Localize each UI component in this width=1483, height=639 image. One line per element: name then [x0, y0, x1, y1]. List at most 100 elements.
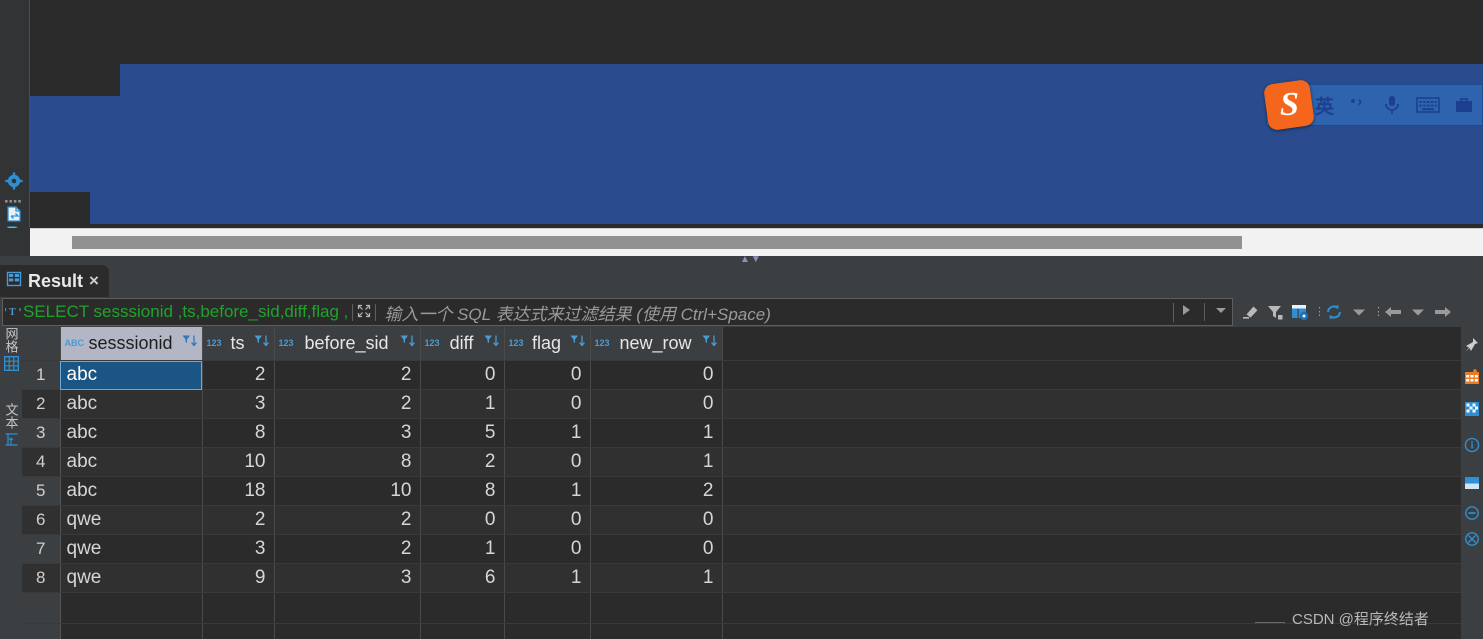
filter-settings-icon[interactable] [1264, 301, 1286, 323]
clear-filter-icon[interactable] [1239, 301, 1261, 323]
sogou-logo-icon[interactable]: S [1263, 79, 1315, 131]
calendar-grid-icon[interactable] [1464, 369, 1480, 385]
cell-ts[interactable]: 2 [202, 505, 275, 535]
cell-diff[interactable]: 0 [420, 360, 505, 390]
cell-sesssionid[interactable]: qwe [60, 534, 203, 564]
sort-toggle-icon[interactable] [254, 333, 270, 354]
cell-new_row[interactable]: 1 [590, 418, 723, 448]
table-row-empty[interactable] [22, 592, 1461, 624]
cell-ts[interactable]: 8 [202, 418, 275, 448]
sql-file-icon[interactable] [5, 205, 23, 223]
row-number[interactable]: 1 [22, 360, 61, 390]
row-number[interactable]: 4 [22, 447, 61, 477]
cell-sesssionid[interactable]: qwe [60, 563, 203, 593]
cell-new_row[interactable]: 2 [590, 476, 723, 506]
cell-diff[interactable]: 0 [420, 505, 505, 535]
column-header-flag[interactable]: 123 flag [504, 327, 591, 361]
table-row[interactable]: 3 abc 8 3 5 1 1 [22, 418, 1461, 448]
filter-history-dropdown-icon[interactable] [1203, 303, 1227, 321]
minus-circle-icon[interactable] [1464, 505, 1480, 521]
scrollbar-thumb[interactable] [72, 236, 1242, 249]
table-row[interactable]: 2 abc 3 2 1 0 0 [22, 389, 1461, 419]
cell-flag[interactable]: 1 [504, 418, 591, 448]
cell-before_sid[interactable]: 2 [274, 534, 421, 564]
pin-icon[interactable] [1464, 337, 1480, 353]
soft-keyboard-icon[interactable] [1416, 96, 1440, 114]
cell-empty[interactable] [504, 592, 591, 624]
cell-new_row[interactable]: 1 [590, 447, 723, 477]
cell-empty[interactable] [504, 623, 591, 639]
filter-input[interactable]: T SELECT sesssionid ,ts,before_sid,diff,… [2, 298, 1233, 326]
cell-diff[interactable]: 6 [420, 563, 505, 593]
toolbar-overflow-dots-2-icon[interactable]: ⋮ [1373, 307, 1384, 318]
cell-ts[interactable]: 2 [202, 360, 275, 390]
text-view-tab[interactable]: 文本 [1, 403, 21, 452]
cell-ts[interactable]: 18 [202, 476, 275, 506]
cell-before_sid[interactable]: 10 [274, 476, 421, 506]
panel-splitter[interactable]: ▲▼ [0, 255, 1483, 265]
cell-empty[interactable] [590, 592, 723, 624]
grid-settings-icon[interactable] [1289, 301, 1311, 323]
result-data-grid[interactable]: ABC sesssionid 123 ts 123 before_sid 123… [22, 327, 1461, 639]
table-row-empty[interactable] [22, 623, 1461, 639]
sort-toggle-icon[interactable] [484, 333, 500, 354]
row-number[interactable]: 6 [22, 505, 61, 535]
table-row[interactable]: 7 qwe 3 2 1 0 0 [22, 534, 1461, 564]
column-header-sesssionid[interactable]: ABC sesssionid [60, 327, 203, 361]
cell-flag[interactable]: 0 [504, 360, 591, 390]
cell-flag[interactable]: 0 [504, 447, 591, 477]
cell-sesssionid[interactable]: abc [60, 389, 203, 419]
row-number[interactable]: 2 [22, 389, 61, 419]
table-row[interactable]: 4 abc 10 8 2 0 1 [22, 447, 1461, 477]
cell-ts[interactable]: 9 [202, 563, 275, 593]
cell-sesssionid[interactable]: abc [60, 476, 203, 506]
column-header-diff[interactable]: 123 diff [420, 327, 505, 361]
cell-before_sid[interactable]: 3 [274, 563, 421, 593]
table-body[interactable]: 1 abc 2 2 0 0 0 2 abc 3 2 1 0 0 3 abc 8 … [22, 360, 1461, 639]
cell-sesssionid[interactable]: abc [60, 447, 203, 477]
sort-toggle-icon[interactable] [702, 333, 718, 354]
table-row[interactable]: 8 qwe 9 3 6 1 1 [22, 563, 1461, 593]
cell-diff[interactable]: 5 [420, 418, 505, 448]
column-header-ts[interactable]: 123 ts [202, 327, 275, 361]
cell-empty[interactable] [590, 623, 723, 639]
checker-grid-icon[interactable] [1464, 401, 1480, 417]
cell-flag[interactable]: 0 [504, 505, 591, 535]
cell-empty[interactable] [420, 592, 505, 624]
cell-before_sid[interactable]: 8 [274, 447, 421, 477]
sort-toggle-icon[interactable] [400, 333, 416, 354]
cell-diff[interactable]: 1 [420, 534, 505, 564]
toolbox-icon[interactable] [1454, 95, 1474, 115]
info-circle-icon[interactable] [1464, 437, 1480, 453]
cell-empty[interactable] [202, 592, 275, 624]
result-table[interactable]: ABC sesssionid 123 ts 123 before_sid 123… [22, 327, 1461, 639]
cell-empty[interactable] [202, 623, 275, 639]
column-header-new_row[interactable]: 123 new_row [590, 327, 723, 361]
tab-result[interactable]: Result × [0, 265, 109, 297]
cell-empty[interactable] [420, 623, 505, 639]
cell-diff[interactable]: 1 [420, 389, 505, 419]
cell-sesssionid[interactable]: qwe [60, 505, 203, 535]
voice-input-icon[interactable] [1382, 94, 1402, 116]
filter-execute-group[interactable] [1173, 302, 1232, 322]
panel-layout-icon[interactable] [1464, 475, 1480, 491]
ime-mode-label[interactable]: 英 [1315, 92, 1334, 119]
cell-sesssionid[interactable]: abc [60, 418, 203, 448]
previous-dropdown-icon[interactable] [1407, 301, 1429, 323]
cell-flag[interactable]: 0 [504, 389, 591, 419]
row-number[interactable]: 8 [22, 563, 61, 593]
previous-page-icon[interactable] [1382, 301, 1404, 323]
close-icon[interactable]: × [89, 271, 99, 291]
table-row[interactable]: 1 abc 2 2 0 0 0 [22, 360, 1461, 390]
cell-empty[interactable] [60, 623, 203, 639]
cell-new_row[interactable]: 0 [590, 534, 723, 564]
cell-new_row[interactable]: 0 [590, 360, 723, 390]
sort-toggle-icon[interactable] [570, 333, 586, 354]
cell-before_sid[interactable]: 2 [274, 389, 421, 419]
sql-editor-pane[interactable]: select sesssionid ,ts,CONCAT(sesssionid,… [0, 0, 1483, 228]
rownum-header[interactable] [22, 327, 61, 361]
cell-ts[interactable]: 10 [202, 447, 275, 477]
toolbar-overflow-dots-icon[interactable]: ⋮ [1314, 307, 1325, 318]
code-line-1[interactable]: select sesssionid ,ts,CONCAT(sesssionid,… [30, 224, 1483, 228]
editor-horizontal-scrollbar[interactable] [30, 228, 1483, 257]
